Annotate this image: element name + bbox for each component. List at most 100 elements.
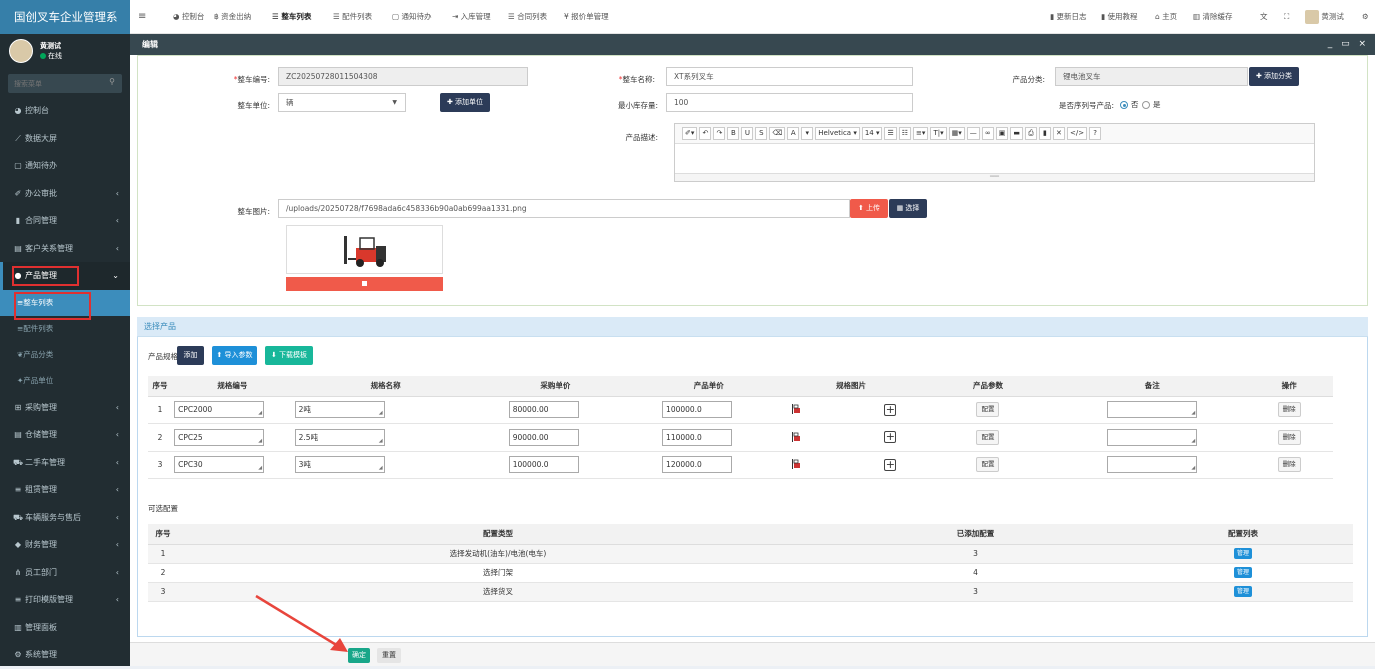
window-controls[interactable]: _ ▭ × xyxy=(1328,34,1369,55)
editor-tool-button[interactable]: ▮ xyxy=(1038,127,1051,140)
manage-button[interactable]: 管理 xyxy=(1233,548,1252,559)
sidebar-item-12[interactable]: ▤ 仓储管理 ‹ xyxy=(0,421,130,449)
tutorial-link[interactable]: ▮ 使用教程 xyxy=(1101,0,1138,34)
spec-name-input[interactable]: 2吨 ◢ xyxy=(294,401,385,419)
sidebar-item-0[interactable]: ◕ 控制台 xyxy=(0,97,130,125)
add-unit-button[interactable]: ✚ 添加单位 xyxy=(440,93,490,112)
editor-tool-button[interactable]: S xyxy=(755,127,768,140)
editor-tool-button[interactable]: ▾ xyxy=(801,127,814,140)
home-link[interactable]: ⌂ 主页 xyxy=(1155,0,1177,34)
add-category-button[interactable]: ✚ 添加分类 xyxy=(1249,67,1299,86)
sidebar-item-4[interactable]: ▮ 合同管理 ‹ xyxy=(0,207,130,235)
category-input[interactable]: 锂电池叉车 xyxy=(1055,67,1248,86)
sidebar-item-15[interactable]: ⛟ 车辆服务与售后 ‹ xyxy=(0,504,130,532)
sidebar-item-19[interactable]: ▥ 管理面板 xyxy=(0,614,130,642)
purchase-price-input[interactable]: 80000.00 xyxy=(508,401,579,419)
add-spec-button[interactable]: 添加 xyxy=(177,346,204,365)
sidebar-subitem-9[interactable]: ❦产品分类 xyxy=(0,342,130,368)
clear-cache-link[interactable]: ▥ 清除缓存 xyxy=(1193,0,1232,34)
choose-button[interactable]: ▦ 选择 xyxy=(889,199,927,218)
editor-tool-button[interactable]: ☰ xyxy=(884,127,897,140)
fullscreen-icon[interactable]: ⛶ xyxy=(1284,0,1289,34)
sidebar-item-1[interactable]: ⟋ 数据大屏 xyxy=(0,125,130,153)
unit-price-input[interactable]: 100000.0 xyxy=(662,401,733,419)
editor-resize-handle[interactable]: ═══ xyxy=(675,173,1314,181)
add-image-icon[interactable]: + xyxy=(884,403,897,416)
sidebar-item-14[interactable]: ≡ 租赁管理 ‹ xyxy=(0,476,130,504)
editor-tool-button[interactable]: ↶ xyxy=(699,127,712,140)
spec-code-input[interactable]: CPC30 ◢ xyxy=(174,456,265,474)
code-input[interactable]: ZC20250728011504308 xyxy=(278,67,528,86)
translate-icon[interactable]: 文 xyxy=(1260,0,1268,34)
editor-tool-button[interactable]: ≡▾ xyxy=(913,127,929,140)
topnav-dashboard[interactable]: ◕ 控制台 xyxy=(173,0,204,34)
manage-button[interactable]: 管理 xyxy=(1233,567,1252,578)
editor-tool-button[interactable]: ▬ xyxy=(1010,127,1023,140)
sidebar-item-16[interactable]: ◆ 财务管理 ‹ xyxy=(0,531,130,559)
add-image-icon[interactable]: + xyxy=(884,431,897,444)
search-icon[interactable]: ⚲ xyxy=(109,77,115,86)
sidebar-item-18[interactable]: ≡ 打印模版管理 ‹ xyxy=(0,586,130,614)
note-input[interactable]: ◢ xyxy=(1107,401,1198,419)
spec-name-input[interactable]: 2.5吨 ◢ xyxy=(294,428,385,446)
sidebar-item-5[interactable]: ▤ 客户关系管理 ‹ xyxy=(0,235,130,263)
sidebar-toggle-icon[interactable]: ≡ xyxy=(138,0,146,34)
editor-tool-button[interactable]: ✐▾ xyxy=(682,127,698,140)
image-path-input[interactable]: /uploads/20250728/f7698ada6c458336b90a0a… xyxy=(278,199,850,218)
user-menu[interactable]: 黄测试 xyxy=(1305,0,1344,34)
upload-button[interactable]: ⬆ 上传 xyxy=(850,199,888,218)
note-input[interactable]: ◢ xyxy=(1107,456,1198,474)
editor-body[interactable] xyxy=(675,144,1314,173)
manage-button[interactable]: 管理 xyxy=(1233,586,1252,597)
editor-tool-button[interactable]: ▦▾ xyxy=(948,127,965,140)
purchase-price-input[interactable]: 100000.0 xyxy=(508,456,579,474)
editor-tool-button[interactable]: ↷ xyxy=(713,127,726,140)
config-button[interactable]: 配置 xyxy=(976,402,1000,418)
editor-tool-button[interactable]: ✕ xyxy=(1052,127,1065,140)
editor-tool-button[interactable]: Helvetica ▾ xyxy=(815,127,860,140)
topnav-inbound[interactable]: ⇥ 入库管理 xyxy=(452,0,491,34)
editor-tool-button[interactable]: T|▾ xyxy=(930,127,947,140)
editor-tool-button[interactable]: ∞ xyxy=(981,127,994,140)
sidebar-subitem-10[interactable]: ✦产品单位 xyxy=(0,368,130,394)
min-stock-input[interactable]: 100 xyxy=(666,93,913,112)
unit-price-input[interactable]: 120000.0 xyxy=(662,456,733,474)
topnav-vehicle-list[interactable]: ☰ 整车列表 xyxy=(272,0,311,34)
editor-tool-button[interactable]: ☷ xyxy=(898,127,912,140)
config-button[interactable]: 配置 xyxy=(976,429,1000,445)
menu-search-input[interactable] xyxy=(8,74,98,93)
delete-row-button[interactable]: 删除 xyxy=(1277,402,1301,418)
download-template-button[interactable]: ⬇ 下载模板 xyxy=(265,346,313,365)
delete-row-button[interactable]: 删除 xyxy=(1277,429,1301,445)
spec-code-input[interactable]: CPC25 ◢ xyxy=(174,428,265,446)
topnav-parts-list[interactable]: ☰ 配件列表 xyxy=(333,0,372,34)
sidebar-item-3[interactable]: ✐ 办公审批 ‹ xyxy=(0,180,130,208)
serial-radio-yes[interactable]: 是 xyxy=(1142,99,1161,110)
delete-row-button[interactable]: 删除 xyxy=(1277,457,1301,473)
editor-tool-button[interactable]: ⌫ xyxy=(769,127,786,140)
sidebar-item-20[interactable]: ⚙ 系统管理 xyxy=(0,641,130,669)
settings-icon[interactable]: ⚙ xyxy=(1362,0,1369,34)
topnav-cashier[interactable]: ฿ 资金出纳 xyxy=(214,0,251,34)
topnav-contracts[interactable]: ☰ 合同列表 xyxy=(508,0,547,34)
editor-tool-button[interactable]: B xyxy=(727,127,740,140)
topnav-quotes[interactable]: ¥ 报价单管理 xyxy=(564,0,609,34)
config-button[interactable]: 配置 xyxy=(976,457,1000,473)
editor-tool-button[interactable]: A xyxy=(787,127,800,140)
serial-radio-no[interactable]: 否 xyxy=(1120,99,1139,110)
add-image-icon[interactable]: + xyxy=(884,458,897,471)
sidebar-item-13[interactable]: ⛟ 二手车管理 ‹ xyxy=(0,449,130,477)
sidebar-item-17[interactable]: ⋔ 员工部门 ‹ xyxy=(0,559,130,587)
editor-tool-button[interactable]: ? xyxy=(1089,127,1102,140)
note-input[interactable]: ◢ xyxy=(1107,428,1198,446)
editor-tool-button[interactable]: — xyxy=(966,127,980,140)
spec-name-input[interactable]: 3吨 ◢ xyxy=(294,456,385,474)
changelog-link[interactable]: ▮ 更新日志 xyxy=(1050,0,1087,34)
reset-button[interactable]: 重置 xyxy=(377,648,401,663)
purchase-price-input[interactable]: 90000.00 xyxy=(508,428,579,446)
editor-tool-button[interactable]: ▣ xyxy=(995,127,1009,140)
editor-tool-button[interactable]: ⎙ xyxy=(1024,127,1037,140)
spec-code-input[interactable]: CPC2000 ◢ xyxy=(174,401,265,419)
sidebar-item-2[interactable]: ▢ 通知待办 xyxy=(0,152,130,180)
sidebar-item-11[interactable]: ⊞ 采购管理 ‹ xyxy=(0,394,130,422)
